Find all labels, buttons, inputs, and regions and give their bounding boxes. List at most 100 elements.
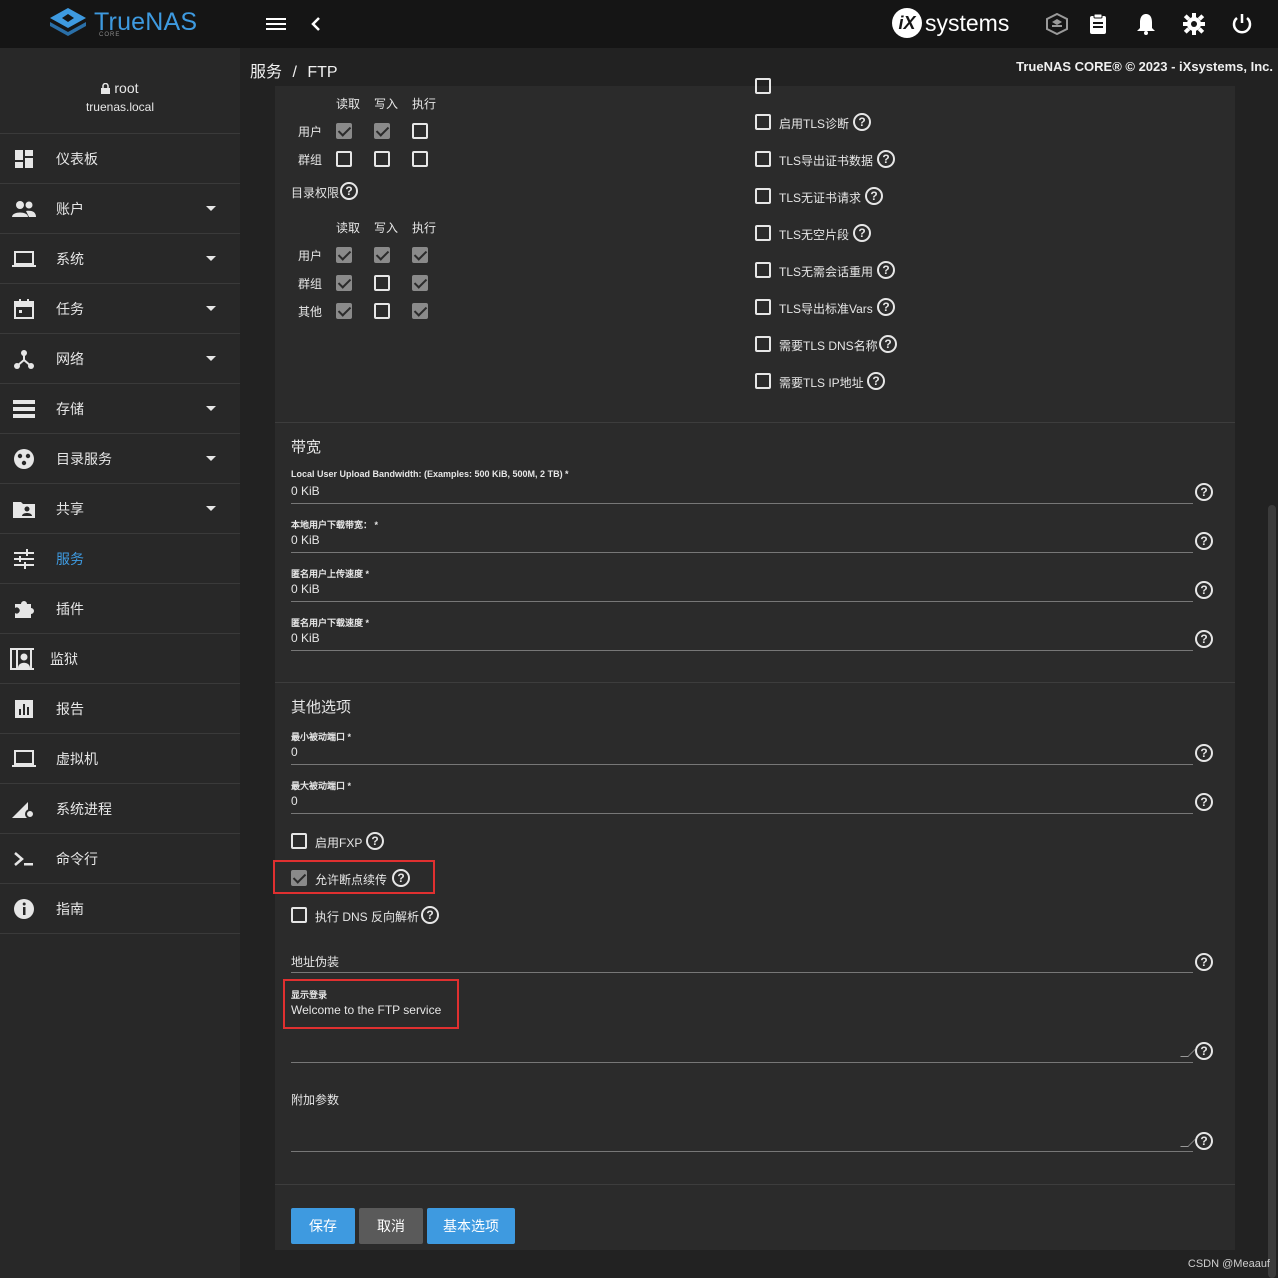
sidebar-item-network[interactable]: 网络 [0, 334, 240, 384]
dns-reverse-checkbox[interactable] [291, 907, 307, 923]
menu-toggle-button[interactable] [264, 12, 288, 36]
anon-upload-input[interactable]: 0 KiB [291, 582, 320, 596]
scrollbar[interactable] [1268, 505, 1276, 1278]
file-perm-user-exec-checkbox[interactable] [412, 123, 428, 139]
caret-down-icon [206, 356, 216, 361]
banner-textarea[interactable]: Welcome to the FTP service [291, 1003, 441, 1017]
notifications-button[interactable] [1134, 12, 1158, 36]
truecommand-button[interactable] [1045, 12, 1069, 36]
ftp-settings-form: 读取 写入 执行 用户 群组 目录权限 ? 读取 写入 执行 用户 群组 其他 … [273, 78, 1235, 1250]
help-icon[interactable]: ? [879, 335, 897, 353]
sidebar-item-tasks[interactable]: 任务 [0, 284, 240, 334]
sidebar-item-dashboard[interactable]: 仪表板 [0, 134, 240, 184]
sidebar-item-label: 共享 [56, 500, 84, 517]
sidebar-item-label: 账户 [56, 200, 84, 217]
dir-perm-other-exec-checkbox[interactable] [412, 303, 428, 319]
help-icon[interactable]: ? [1195, 630, 1213, 648]
ixsystems-logo[interactable]: iX systems [892, 8, 1009, 38]
help-icon[interactable]: ? [853, 113, 871, 131]
storage-icon [12, 397, 36, 421]
tasks-button[interactable] [1086, 12, 1110, 36]
sidebar-item-services[interactable]: 服务 [0, 534, 240, 584]
sidebar-item-plugins[interactable]: 插件 [0, 584, 240, 634]
help-icon[interactable]: ? [1195, 1042, 1213, 1060]
masquerade-input[interactable]: 地址伪装 [291, 953, 339, 970]
help-icon[interactable]: ? [366, 832, 384, 850]
help-icon[interactable]: ? [1195, 744, 1213, 762]
help-icon[interactable]: ? [421, 906, 439, 924]
sidebar-item-vms[interactable]: 虚拟机 [0, 734, 240, 784]
collapse-button[interactable] [304, 12, 328, 36]
tls-no-empty-frag-checkbox[interactable] [755, 225, 771, 241]
sidebar-item-accounts[interactable]: 账户 [0, 184, 240, 234]
dir-perm-user-exec-checkbox[interactable] [412, 247, 428, 263]
dir-perm-group-read-checkbox[interactable] [336, 275, 352, 291]
sidebar-item-sharing[interactable]: 共享 [0, 484, 240, 534]
file-perm-group-write-checkbox[interactable] [374, 151, 390, 167]
processes-icon [12, 797, 36, 821]
min-port-input[interactable]: 0 [291, 745, 298, 759]
sidebar-item-label: 虚拟机 [56, 750, 98, 767]
sidebar-item-reporting[interactable]: 报告 [0, 684, 240, 734]
help-icon[interactable]: ? [1195, 581, 1213, 599]
help-icon[interactable]: ? [877, 261, 895, 279]
help-icon[interactable]: ? [853, 224, 871, 242]
tls-ip-addr-checkbox[interactable] [755, 373, 771, 389]
help-icon[interactable]: ? [877, 298, 895, 316]
dir-perm-other-read-checkbox[interactable] [336, 303, 352, 319]
input-underline [291, 972, 1193, 973]
settings-button[interactable] [1182, 12, 1206, 36]
sidebar-item-label: 系统进程 [56, 800, 112, 817]
resume-checkbox[interactable] [291, 870, 307, 886]
help-icon[interactable]: ? [340, 182, 358, 200]
sidebar-item-shell[interactable]: 命令行 [0, 834, 240, 884]
help-icon[interactable]: ? [392, 869, 410, 887]
help-icon[interactable]: ? [1195, 1132, 1213, 1150]
max-port-input[interactable]: 0 [291, 794, 298, 808]
tls-no-session-reuse-checkbox[interactable] [755, 262, 771, 278]
anon-download-input[interactable]: 0 KiB [291, 631, 320, 645]
tls-export-cert-checkbox[interactable] [755, 151, 771, 167]
dir-perm-other-write-checkbox[interactable] [374, 303, 390, 319]
perm-col-read: 读取 [336, 97, 361, 111]
help-icon[interactable]: ? [865, 187, 883, 205]
tls-export-vars-checkbox[interactable] [755, 299, 771, 315]
sidebar-item-storage[interactable]: 存储 [0, 384, 240, 434]
cancel-button[interactable]: 取消 [359, 1208, 423, 1244]
help-icon[interactable]: ? [1195, 793, 1213, 811]
help-icon[interactable]: ? [877, 150, 895, 168]
folder-shared-icon [12, 497, 36, 521]
sidebar-item-jails[interactable]: 监狱 [0, 634, 240, 684]
file-perm-user-read-checkbox[interactable] [336, 123, 352, 139]
sidebar-item-system[interactable]: 系统 [0, 234, 240, 284]
save-button[interactable]: 保存 [291, 1208, 355, 1244]
help-icon[interactable]: ? [1195, 953, 1213, 971]
tls-no-cert-req-checkbox[interactable] [755, 188, 771, 204]
breadcrumb-services-link[interactable]: 服务 [250, 64, 282, 81]
input-underline [291, 813, 1193, 814]
sidebar-item-directory-services[interactable]: 目录服务 [0, 434, 240, 484]
truenas-logo[interactable]: TrueNAS [48, 6, 197, 38]
help-icon[interactable]: ? [1195, 483, 1213, 501]
local-upload-input[interactable]: 0 KiB [291, 484, 320, 498]
basic-options-button[interactable]: 基本选项 [427, 1208, 515, 1244]
resize-handle-icon[interactable] [1180, 1049, 1196, 1057]
local-download-input[interactable]: 0 KiB [291, 533, 320, 547]
sidebar-item-system-processes[interactable]: 系统进程 [0, 784, 240, 834]
tls-diag-checkbox[interactable] [755, 114, 771, 130]
dir-perm-group-exec-checkbox[interactable] [412, 275, 428, 291]
file-perm-group-read-checkbox[interactable] [336, 151, 352, 167]
power-button[interactable] [1230, 12, 1254, 36]
dir-perm-user-read-checkbox[interactable] [336, 247, 352, 263]
file-perm-group-exec-checkbox[interactable] [412, 151, 428, 167]
sidebar-item-guide[interactable]: 指南 [0, 884, 240, 934]
fxp-checkbox[interactable] [291, 833, 307, 849]
help-icon[interactable]: ? [1195, 532, 1213, 550]
help-icon[interactable]: ? [867, 372, 885, 390]
dir-perm-group-write-checkbox[interactable] [374, 275, 390, 291]
dir-perm-user-write-checkbox[interactable] [374, 247, 390, 263]
resize-handle-icon[interactable] [1180, 1139, 1196, 1147]
tls-option-checkbox[interactable] [755, 78, 771, 94]
tls-dns-name-checkbox[interactable] [755, 336, 771, 352]
file-perm-user-write-checkbox[interactable] [374, 123, 390, 139]
